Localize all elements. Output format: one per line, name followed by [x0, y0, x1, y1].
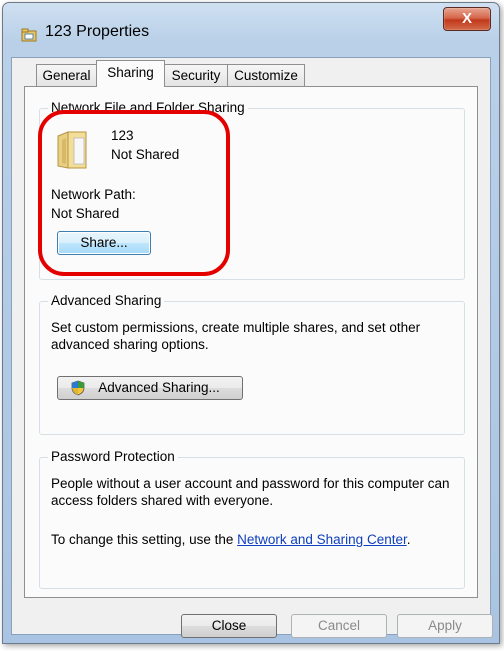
close-icon: X [461, 10, 472, 27]
window-title: 123 Properties [45, 23, 150, 40]
change-setting-suffix: . [406, 532, 411, 547]
tab-label: Sharing [107, 65, 154, 80]
password-protection-group: Password Protection People without a use… [39, 449, 465, 589]
apply-button-label: Apply [428, 618, 462, 633]
cancel-button[interactable]: Cancel [291, 614, 387, 638]
title-bar[interactable]: 123 Properties X [3, 3, 499, 57]
group-label: Password Protection [48, 449, 178, 464]
tab-general[interactable]: General [36, 64, 97, 86]
tab-label: General [42, 68, 91, 83]
advanced-sharing-group: Advanced Sharing Set custom permissions,… [39, 293, 465, 435]
advanced-sharing-description: Set custom permissions, create multiple … [51, 320, 421, 352]
tab-security[interactable]: Security [164, 64, 228, 86]
advanced-sharing-button[interactable]: Advanced Sharing... [57, 376, 243, 400]
change-setting-prefix: To change this setting, use the [51, 532, 238, 547]
close-window-button[interactable]: X [443, 7, 491, 31]
advanced-sharing-button-label: Advanced Sharing... [98, 380, 220, 395]
tab-sharing[interactable]: Sharing [96, 60, 165, 87]
group-label: Advanced Sharing [48, 293, 165, 308]
properties-window: 123 Properties X General Sharing Securit… [2, 2, 500, 644]
folder-properties-icon [21, 28, 37, 42]
tab-label: Customize [234, 68, 298, 83]
uac-shield-icon [71, 380, 85, 396]
tab-customize[interactable]: Customize [227, 64, 305, 86]
network-sharing-center-link[interactable]: Network and Sharing Center [237, 532, 407, 547]
password-protection-description: People without a user account and passwo… [51, 476, 450, 508]
tab-label: Security [171, 68, 221, 83]
close-button[interactable]: Close [181, 614, 277, 638]
cancel-button-label: Cancel [317, 618, 361, 633]
annotation-highlight [38, 110, 230, 276]
change-setting-text: To change this setting, use the Network … [51, 531, 410, 548]
close-button-label: Close [211, 618, 247, 633]
apply-button[interactable]: Apply [397, 614, 493, 638]
